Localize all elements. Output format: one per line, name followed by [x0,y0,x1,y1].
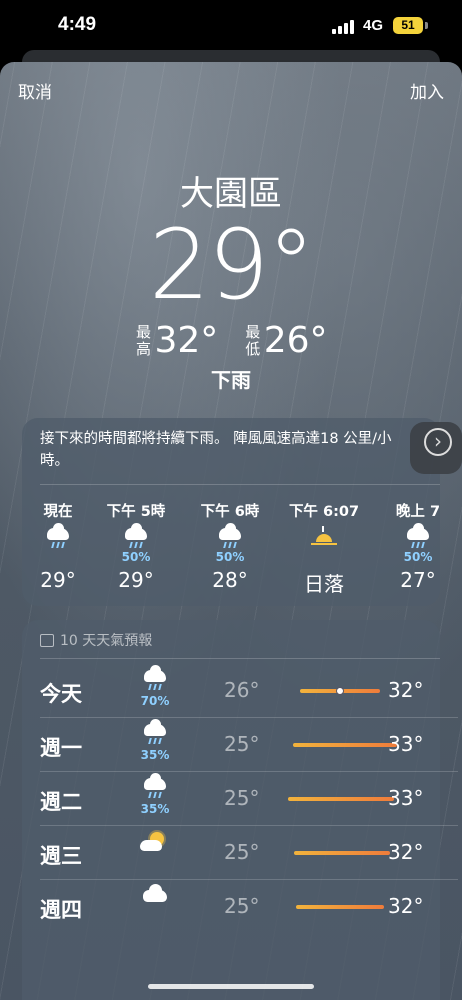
temp-range-bar [288,797,394,801]
hour-precip [288,550,360,566]
home-indicator[interactable] [148,984,314,989]
hour-temp: 29° [118,568,154,592]
cancel-button[interactable]: 取消 [18,78,52,103]
daily-forecast-card[interactable]: 10 天天氣預報 今天 70% 26° 32° 週一 35% 25° 33° 週二 35% 25° 3… [22,620,458,1000]
cloud-rain-icon [217,523,243,550]
high-label: 最高 [135,323,151,358]
low-label: 最低 [245,323,261,358]
daily-forecast-title: 10 天天氣預報 [60,633,153,649]
day-precip: 35% [140,748,170,762]
hour-precip: 50% [215,550,245,564]
low-temp: 26° [263,320,328,361]
current-temp-dot [336,687,344,695]
hour-time: 現在 [43,504,73,520]
next-button[interactable]: › [410,422,462,474]
hour-time: 晚上 7 [395,504,441,520]
network-type: 4G [363,17,384,34]
hourly-item: 晚上 7 50% 27° [382,500,454,592]
daily-row[interactable]: 週一 35% 25° 33° [40,718,458,772]
hourly-item: 現在 29° [22,500,94,592]
day-label: 週二 [40,790,82,814]
day-high: 32° [388,678,424,702]
cloud-rain-icon [45,523,71,550]
hour-temp: 29° [40,568,76,592]
daily-row[interactable]: 週三 25° 32° [40,826,458,880]
hour-precip: 50% [121,550,151,564]
day-high: 33° [388,786,424,810]
hour-temp: 日落 [304,572,344,596]
battery-tip [425,22,428,29]
calendar-icon [40,633,54,647]
hour-temp: 27° [400,568,436,592]
divider [40,658,440,659]
current-temperature: 29° [148,209,315,321]
cloud-rain-icon [405,523,431,550]
high-low: 最高32° 最低26° [0,318,462,363]
day-high: 33° [388,732,424,756]
hour-time: 下午 6時 [200,504,260,520]
cloud-rain-icon [142,773,168,800]
temp-range-bar [300,687,380,695]
cloud-rain-icon [123,523,149,550]
hourly-forecast-card[interactable]: 接下來的時間都將持續下雨。 陣風風速高達18 公里/小時。 現在 29° 下午 5時… [22,418,440,606]
temp-range-bar [293,743,397,747]
day-high: 32° [388,840,424,864]
day-label: 週一 [40,736,82,760]
temp-range-bar [294,851,390,855]
hour-precip: 50% [403,550,433,564]
partly-sunny-icon [140,830,170,854]
hourly-item: 下午 5時 50% 29° [100,500,172,592]
hour-precip [22,550,94,566]
hour-time: 下午 6:07 [288,504,360,520]
divider [40,484,440,485]
add-button[interactable]: 加入 [410,78,444,103]
chevron-right-icon: › [424,428,452,456]
status-bar: 4:49 4G 51 [0,0,462,56]
daily-row[interactable]: 週二 35% 25° 33° [40,772,458,826]
day-precip: 35% [140,802,170,816]
daily-row[interactable]: 今天 70% 26° 32° [40,664,458,718]
daily-forecast-header: 10 天天氣預報 [40,630,152,650]
signal-icon [332,20,354,34]
cloud-icon [141,884,169,904]
location-name: 大園區 [180,174,282,214]
cloud-rain-icon [142,665,168,692]
sunset-icon [309,526,339,548]
day-precip: 70% [140,694,170,708]
day-label: 週四 [40,898,82,922]
day-low: 25° [224,732,260,756]
temp-range-bar [296,905,384,909]
day-high: 32° [388,894,424,918]
status-time: 4:49 [58,14,97,35]
forecast-summary: 接下來的時間都將持續下雨。 陣風風速高達18 公里/小時。 [40,431,392,469]
day-low: 25° [224,894,260,918]
hourly-item: 下午 6:07 日落 [288,500,360,597]
cloud-rain-icon [142,719,168,746]
condition: 下雨 [211,368,251,392]
day-label: 週三 [40,844,82,868]
hour-time: 下午 5時 [106,504,166,520]
hourly-item: 下午 6時 50% 28° [194,500,266,592]
day-label: 今天 [40,682,82,706]
day-low: 25° [224,840,260,864]
day-low: 26° [224,678,260,702]
day-low: 25° [224,786,260,810]
daily-row[interactable]: 週四 25° 32° [40,880,440,934]
high-temp: 32° [154,320,219,361]
battery-icon: 51 [393,17,423,34]
hour-temp: 28° [212,568,248,592]
